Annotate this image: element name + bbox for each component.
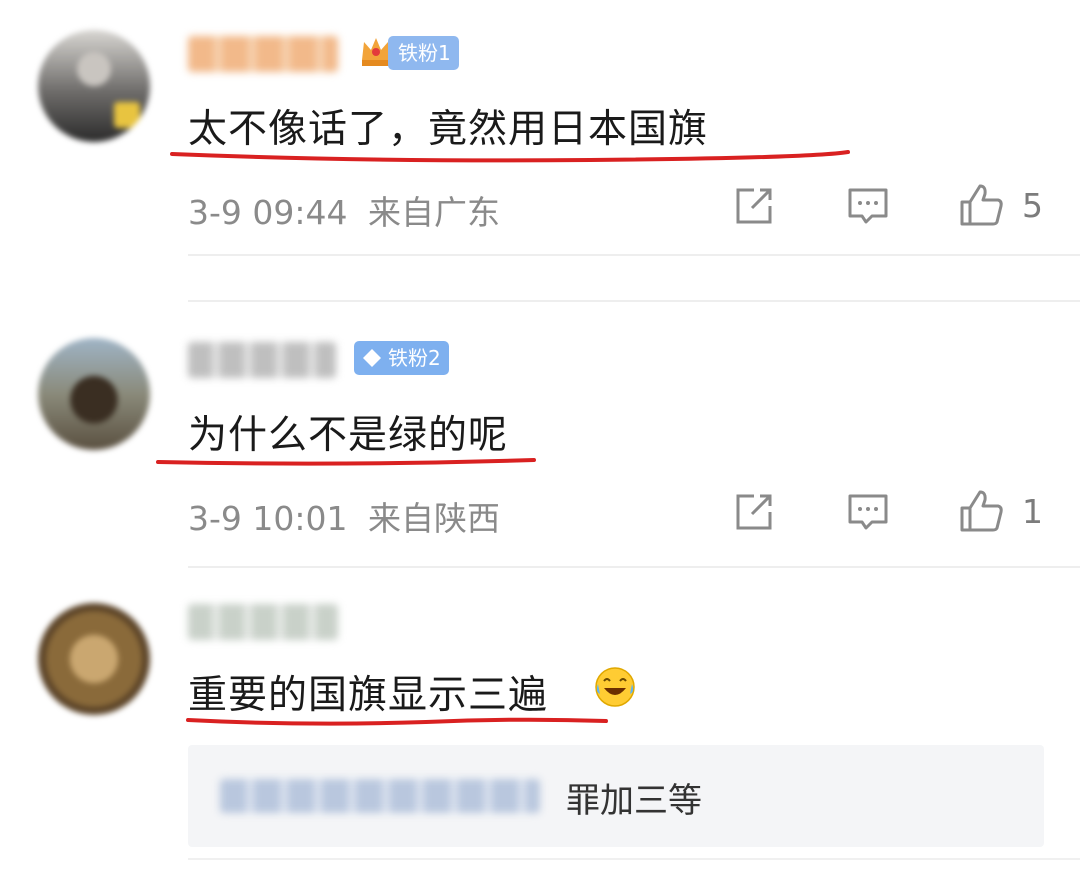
divider [188,858,1080,860]
comment-text: 为什么不是绿的呢 [188,413,509,458]
divider [188,254,1080,256]
comment-time: 3-9 10:01 [188,499,348,538]
fan-level-badge: 铁粉2 [354,341,449,375]
like-icon[interactable] [958,488,1004,534]
avatar[interactable] [38,30,150,142]
avatar[interactable] [38,603,150,715]
diamond-icon [363,349,381,367]
username-blurred[interactable] [188,342,336,378]
comment-location: 来自广东 [368,193,500,232]
like-icon[interactable] [958,182,1004,228]
laugh-cry-emoji [595,667,635,707]
fan-level-badge: 铁粉1 [388,36,459,70]
username-blurred[interactable] [188,36,338,72]
red-underline [156,458,536,466]
red-underline [170,150,850,163]
comment-icon[interactable] [846,184,890,228]
share-icon[interactable] [732,490,776,534]
like-count: 5 [1022,186,1043,225]
comment-meta: 3-9 10:01 来自陕西 [188,492,500,540]
divider [188,566,1080,568]
share-icon[interactable] [732,184,776,228]
comment-location: 来自陕西 [368,499,500,538]
comment-time: 3-9 09:44 [188,193,348,232]
reply-text: 罪加三等 [566,781,702,821]
divider [188,300,1080,302]
comment-meta: 3-9 09:44 来自广东 [188,186,500,234]
reply-username-blurred[interactable] [220,779,540,813]
avatar[interactable] [38,338,150,450]
reply-preview[interactable]: 罪加三等 [188,745,1044,847]
comment-icon[interactable] [846,490,890,534]
red-underline [186,717,608,726]
username-blurred[interactable] [188,604,338,640]
like-count: 1 [1022,492,1043,531]
